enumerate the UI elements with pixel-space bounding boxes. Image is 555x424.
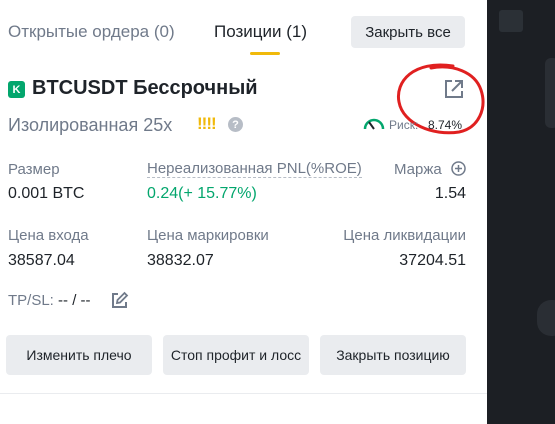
- margin-value: 1.54: [434, 185, 466, 202]
- mark-price-label: Цена маркировки: [147, 227, 269, 244]
- entry-price-label: Цена входа: [8, 227, 89, 244]
- size-label: Размер: [8, 161, 60, 178]
- tpsl-label: TP/SL:: [8, 292, 54, 309]
- tpsl-value: -- / --: [58, 292, 91, 309]
- risk-value: 8.74%: [428, 118, 463, 132]
- add-margin-icon[interactable]: [451, 161, 466, 176]
- risk-gauge-icon: [363, 118, 385, 130]
- tpsl-row: TP/SL: -- / --: [8, 292, 91, 309]
- background-shape: [537, 300, 555, 336]
- mark-price-value: 38832.07: [147, 252, 214, 269]
- leverage-warning: !!!!: [197, 114, 217, 133]
- tp-sl-button[interactable]: Стоп профит и лосс: [163, 335, 309, 375]
- tabs-bar: Открытые ордера (0) Позиции (1) Закрыть …: [0, 0, 487, 56]
- liquidation-price-label: Цена ликвидации: [343, 227, 466, 244]
- background-app-area: [487, 0, 555, 424]
- help-icon[interactable]: ?: [228, 117, 243, 132]
- divider: [0, 393, 487, 394]
- pnl-label[interactable]: Нереализованная PNL(%ROE): [147, 160, 362, 178]
- pnl-value: 0.24(+ 15.77%): [147, 185, 257, 202]
- margin-label: Маржа: [394, 161, 442, 178]
- background-shape: [545, 58, 555, 128]
- close-position-button[interactable]: Закрыть позицию: [320, 335, 466, 375]
- margin-mode-label: Изолированная 25x: [8, 115, 173, 135]
- contract-badge: K: [8, 81, 25, 98]
- pair-title[interactable]: BTCUSDT Бессрочный: [32, 77, 258, 100]
- active-tab-indicator: [250, 52, 280, 55]
- adjust-leverage-button[interactable]: Изменить плечо: [6, 335, 152, 375]
- risk-label: Риск:: [389, 118, 419, 132]
- close-all-button[interactable]: Закрыть все: [351, 16, 465, 48]
- size-value: 0.001 BTC: [8, 185, 85, 202]
- tab-open-orders[interactable]: Открытые ордера (0): [8, 22, 175, 42]
- entry-price-value: 38587.04: [8, 252, 75, 269]
- tab-positions[interactable]: Позиции (1): [214, 22, 307, 42]
- edit-icon[interactable]: [110, 291, 129, 310]
- liquidation-price-value: 37204.51: [399, 252, 466, 269]
- background-shape: [499, 10, 523, 32]
- positions-panel: Открытые ордера (0) Позиции (1) Закрыть …: [0, 0, 487, 424]
